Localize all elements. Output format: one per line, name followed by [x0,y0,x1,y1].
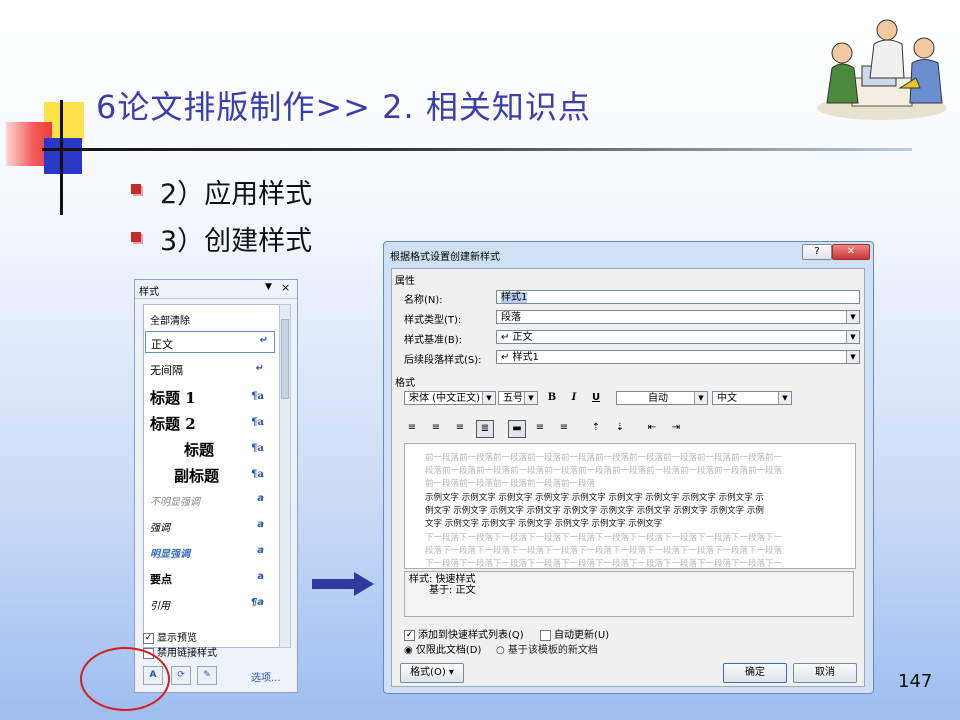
based-on-select[interactable]: ↵ 正文 ▼ [496,330,860,344]
dropdown-arrow-icon: ▼ [846,331,859,343]
font-color-select[interactable]: 自动 ▼ [616,391,708,405]
underline-button[interactable]: U [588,390,604,406]
style-item-subtitle[interactable]: 副标题 ¶a [150,465,270,486]
pane-close-icon[interactable]: × [281,281,290,294]
language-select[interactable]: 中文 ▼ [712,391,792,405]
decrease-indent-icon[interactable]: ⇤ [644,420,660,436]
style-item-title[interactable]: 标题 ¶a [150,439,270,460]
style-item-no-spacing[interactable]: 无间隔 ↵ [150,362,270,378]
ok-button[interactable]: 确定 [723,663,787,683]
font-select[interactable]: 宋体 (中文正文) ▼ [404,391,496,405]
properties-section-label: 属性 [395,276,415,287]
style-item-heading-1[interactable]: 标题 1 ¶a [150,387,270,408]
preview-next-paragraph: 下一段落下一段落下一段落下一段落下一段落下一段落下一段落下一段落下一段落下一段落… [425,533,783,569]
styles-pane-header: 样式 ▼ × [135,280,297,299]
styles-pane-title: 样式 [139,287,159,298]
styles-list: 全部清除 正文 ↵ 无间隔 ↵ 标题 1 ¶a 标题 2 ¶a 标题 ¶a 副标题 ¶a … [143,304,280,648]
close-icon: ✕ [846,246,856,257]
space-before-icon[interactable]: ⇡ [588,420,604,436]
bullet-create-style: 3）创建样式 [160,226,313,257]
preview-sample-text: 示例文字 示例文字 示例文字 示例文字 示例文字 示例文字 示例文字 示例文字 … [425,493,764,529]
bullet-marker [131,184,141,194]
show-preview-checkbox[interactable]: ✓ 显示预览 [143,629,197,644]
checkbox-checked-icon: ✓ [143,632,154,644]
style-preview: 前一段落前一段落前一段落前一段落前一段落前一段落前一段落前一段落前一段落前一段落… [404,443,856,569]
cancel-button[interactable]: 取消 [793,663,857,683]
bullet-apply-style: 2）应用样式 [160,179,313,210]
radio-empty-icon: ○ [496,645,508,656]
dropdown-arrow-icon: ▼ [524,392,537,404]
slide-title: 6论文排版制作>> 2. 相关知识点 [96,88,591,126]
template-document-radio[interactable]: ○ 基于该模板的新文档 [496,641,598,656]
radio-selected-icon: ◉ [404,645,416,656]
align-center-icon[interactable]: ≡ [428,420,444,436]
dropdown-arrow-icon: ▼ [778,392,791,404]
style-item-normal[interactable]: 正文 ↵ [145,331,275,353]
style-item-subtle-emphasis[interactable]: 不明显强调 a [150,493,270,508]
style-description: 样式: 快速样式 基于: 正文 [404,571,854,617]
bullet-marker [131,232,141,242]
increase-indent-icon[interactable]: ⇥ [668,420,684,436]
auto-update-checkbox[interactable]: 自动更新(U) [540,626,609,641]
style-item-heading-2[interactable]: 标题 2 ¶a [150,413,270,434]
single-spacing-icon[interactable]: ▬ [508,420,526,438]
styles-list-scrollbar[interactable] [279,304,291,648]
styles-pane: 样式 ▼ × 全部清除 正文 ↵ 无间隔 ↵ 标题 1 ¶a 标题 2 ¶a 标题 ¶a… [134,279,298,693]
next-style-label: 后续段落样式(S): [404,355,482,366]
people-clipart-icon [817,19,947,120]
manage-styles-icon[interactable]: ✎ [197,666,217,685]
type-label: 样式类型(T): [404,315,462,326]
font-size-select[interactable]: 五号 ▼ [498,391,538,405]
dropdown-arrow-icon: ▼ [846,311,859,323]
format-section-label: 格式 [395,378,415,389]
checkbox-empty-icon [540,629,551,641]
checkbox-checked-icon: ✓ [404,629,415,641]
dropdown-arrow-icon: ▼ [694,392,707,404]
only-this-document-radio[interactable]: ◉ 仅限此文档(D) [404,641,481,656]
dialog-title: 根据格式设置创建新样式 [390,252,500,263]
italic-button[interactable]: I [566,390,582,406]
close-button[interactable]: ✕ [832,244,870,260]
bold-button[interactable]: B [544,390,560,406]
align-left-icon[interactable]: ≡ [404,420,420,436]
help-button[interactable]: ? [802,244,832,260]
style-item-intense-emphasis[interactable]: 明显强调 a [150,545,270,560]
dropdown-arrow-icon: ▼ [846,351,859,363]
dialog-body: 属性 名称(N): 样式1 样式类型(T): 段落 ▼ 样式基准(B): ↵ 正文… [391,268,865,687]
highlight-circle [80,647,170,711]
arrow-right-icon [312,572,374,596]
next-style-select[interactable]: ↵ 样式1 ▼ [496,350,860,364]
deco-blue-square [44,138,82,174]
options-link[interactable]: 选项... [251,669,281,684]
pane-menu-dropdown-icon[interactable]: ▼ [265,282,272,292]
deco-vertical-line [60,100,63,215]
style-item-clear-all[interactable]: 全部清除 [150,312,190,327]
justify-icon[interactable]: ≣ [476,420,494,438]
style-item-quote[interactable]: 引用 ¶a [150,597,270,612]
title-underline [42,148,912,151]
scrollbar-thumb[interactable] [281,319,289,399]
add-quick-style-checkbox[interactable]: ✓ 添加到快速样式列表(Q) [404,626,524,641]
based-on-label: 样式基准(B): [404,335,463,346]
double-spacing-icon[interactable]: ≡ [556,420,572,436]
style-item-strong[interactable]: 要点 a [150,571,270,587]
style-inspector-icon[interactable]: ⟳ [171,666,191,685]
space-after-icon[interactable]: ⇣ [612,420,628,436]
preview-previous-paragraph: 前一段落前一段落前一段落前一段落前一段落前一段落前一段落前一段落前一段落前一段落… [425,453,783,489]
name-field[interactable]: 样式1 [496,290,860,304]
format-button[interactable]: 格式(O) ▾ [400,663,464,683]
align-right-icon[interactable]: ≡ [452,420,468,436]
one-half-spacing-icon[interactable]: ≡ [532,420,548,436]
style-type-select[interactable]: 段落 ▼ [496,310,860,324]
create-style-dialog: 根据格式设置创建新样式 ? ✕ 属性 名称(N): 样式1 样式类型(T): 段… [383,241,874,694]
style-item-emphasis[interactable]: 强调 a [150,519,270,534]
dropdown-arrow-icon: ▼ [482,392,495,404]
page-number: 147 [898,671,933,692]
name-label: 名称(N): [404,295,443,306]
